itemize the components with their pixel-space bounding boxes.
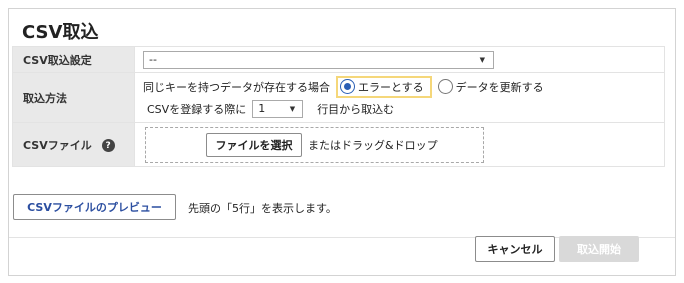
file-dropzone[interactable]: ファイルを選択 またはドラッグ&ドロップ	[145, 126, 484, 163]
import-form-table: CSV取込設定 -- ▼ 取込方法 同じキーを持つデータが存在する場合 エラーと…	[12, 46, 665, 167]
file-row: CSVファイル ? ファイルを選択 またはドラッグ&ドロップ	[12, 122, 665, 167]
settings-select-value: --	[149, 52, 157, 66]
preview-note: 先頭の「5行」を表示します。	[188, 202, 337, 215]
file-label-cell: CSVファイル ?	[12, 122, 135, 167]
file-cell: ファイルを選択 またはドラッグ&ドロップ	[134, 122, 665, 167]
radio-checked-icon[interactable]	[340, 79, 355, 94]
csv-preview-button[interactable]: CSVファイルのプレビュー	[13, 194, 176, 220]
drop-text: またはドラッグ&ドロップ	[308, 138, 438, 152]
radio-unchecked-icon[interactable]	[437, 79, 453, 94]
radio-update-option[interactable]: データを更新する	[437, 79, 544, 95]
cancel-button[interactable]: キャンセル	[475, 236, 555, 262]
method-cell: 同じキーを持つデータが存在する場合 エラーとする データを更新する CSVを登録…	[134, 72, 665, 123]
chevron-down-icon: ▼	[289, 104, 296, 113]
page-title: CSV取込	[22, 22, 99, 43]
file-label: CSVファイル	[23, 138, 92, 152]
method-label: 取込方法	[12, 72, 135, 123]
start-import-button[interactable]: 取込開始	[559, 236, 639, 262]
help-icon[interactable]: ?	[101, 139, 115, 152]
settings-select[interactable]: -- ▼	[143, 50, 494, 69]
settings-label: CSV取込設定	[12, 46, 135, 73]
radio-error-label: エラーとする	[358, 80, 424, 94]
settings-row: CSV取込設定 -- ▼	[12, 46, 665, 73]
start-row-select[interactable]: 1 ▼	[252, 99, 304, 118]
start-row-line: CSVを登録する際に 1 ▼ 行目から取込む	[143, 98, 664, 120]
duplicate-key-text: 同じキーを持つデータが存在する場合	[143, 80, 330, 94]
start-row-prefix: CSVを登録する際に	[147, 102, 247, 116]
radio-update-label: データを更新する	[455, 80, 544, 94]
chevron-down-icon: ▼	[479, 55, 485, 64]
radio-error-option[interactable]: エラーとする	[336, 75, 432, 98]
choose-file-button[interactable]: ファイルを選択	[206, 132, 302, 157]
start-row-suffix: 行目から取込む	[317, 102, 395, 116]
method-row: 取込方法 同じキーを持つデータが存在する場合 エラーとする データを更新する C…	[12, 72, 665, 123]
duplicate-key-line: 同じキーを持つデータが存在する場合 エラーとする データを更新する	[143, 75, 664, 98]
settings-cell: -- ▼	[134, 46, 665, 73]
start-row-value: 1	[258, 101, 266, 115]
